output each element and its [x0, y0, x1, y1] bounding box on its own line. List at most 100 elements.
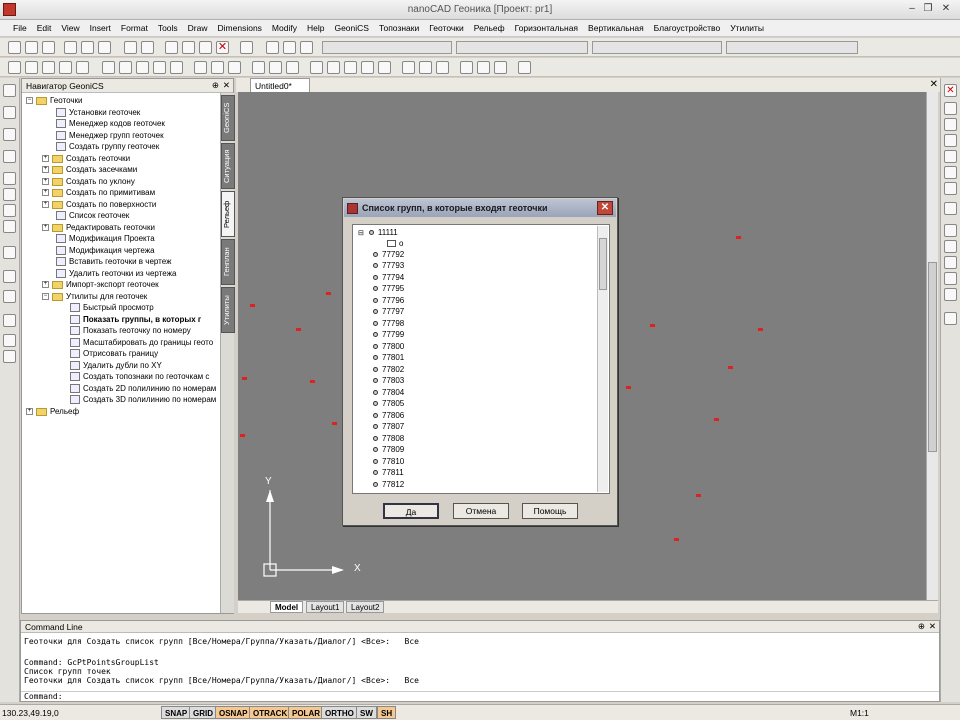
group-item[interactable]: 77811 — [373, 468, 404, 478]
tab-genplan[interactable]: Генплан — [221, 239, 235, 285]
group-root-11111[interactable]: ⊟ 11111 — [358, 228, 398, 239]
rect-tool-icon[interactable] — [3, 220, 16, 233]
command-input[interactable]: Command: — [21, 691, 939, 701]
print-icon[interactable] — [64, 41, 77, 54]
group-item[interactable]: 77794 — [373, 273, 404, 283]
eye-tool-icon[interactable] — [3, 314, 16, 327]
restore-button[interactable]: ❐ — [921, 3, 935, 16]
tree-item[interactable]: Удалить дубли по XY — [70, 360, 162, 371]
tree-item-selected[interactable]: Показать группы, в которых г — [70, 314, 201, 325]
menu-topoznaki[interactable]: Топознаки — [374, 23, 424, 33]
menu-draw[interactable]: Draw — [183, 23, 213, 33]
spline-tool-icon[interactable] — [3, 204, 16, 217]
rotate-icon[interactable] — [136, 61, 149, 74]
tree-item[interactable]: Список геоточек — [56, 210, 129, 221]
tab-geonics[interactable]: GeoniCS — [221, 95, 235, 141]
chamfer-tool-icon[interactable] — [944, 272, 957, 285]
tree-item[interactable]: Менеджер групп геоточек — [56, 130, 164, 141]
hatch-icon[interactable] — [211, 61, 224, 74]
tree-item[interactable]: Менеджер кодов геоточек — [56, 118, 165, 129]
tree-item[interactable]: Быстрый просмотр — [70, 302, 154, 313]
erase-icon[interactable]: ✕ — [944, 84, 957, 97]
layer-combo[interactable] — [322, 41, 452, 54]
pin-icon[interactable]: ⊕ — [212, 80, 219, 91]
menu-geotochki[interactable]: Геоточки — [424, 23, 469, 33]
construction-line-icon[interactable] — [42, 61, 55, 74]
extend-tool-icon[interactable] — [944, 224, 957, 237]
tree-item[interactable]: Удалить геоточки из чертежа — [56, 268, 176, 279]
tree-item[interactable]: Вставить геоточки в чертеж — [56, 256, 171, 267]
tab-untitled0[interactable]: Untitled0* — [250, 78, 310, 92]
sw-toggle[interactable]: SW — [356, 706, 377, 719]
group-item[interactable]: 77805 — [373, 399, 404, 409]
trim-tool-icon[interactable] — [944, 202, 957, 215]
tree-item[interactable]: − Утилиты для геоточек — [42, 291, 147, 302]
tree-item[interactable]: + Импорт-экспорт геоточек — [42, 279, 159, 290]
group-item[interactable]: 77803 — [373, 376, 404, 386]
offset-tool-icon[interactable] — [944, 134, 957, 147]
group-root-child[interactable]: o — [387, 239, 403, 249]
sh-toggle[interactable]: SH — [377, 706, 397, 719]
paste-icon[interactable] — [199, 41, 212, 54]
extend-icon[interactable] — [419, 61, 432, 74]
region-icon[interactable] — [228, 61, 241, 74]
array-icon[interactable] — [327, 61, 340, 74]
dim-linear-icon[interactable] — [460, 61, 473, 74]
lineweight-combo[interactable] — [726, 41, 858, 54]
match-properties-icon[interactable] — [240, 41, 253, 54]
layer-prev-icon[interactable] — [300, 41, 313, 54]
close-document-icon[interactable]: ✕ — [930, 79, 938, 90]
group-item[interactable]: 77795 — [373, 284, 404, 294]
tree-item[interactable]: Создать группу геоточек — [56, 141, 159, 152]
group-item[interactable]: 77798 — [373, 319, 404, 329]
stretch-icon[interactable] — [269, 61, 282, 74]
dim-angular-icon[interactable] — [494, 61, 507, 74]
tree-item[interactable]: Создать 2D полилинию по номерам — [70, 383, 216, 394]
copy-icon[interactable] — [182, 41, 195, 54]
tab-layout2[interactable]: Layout2 — [346, 601, 385, 613]
tree-item[interactable]: Установки геоточек — [56, 107, 140, 118]
polyline-tool-icon[interactable] — [3, 188, 16, 201]
tab-relief[interactable]: Рельеф — [221, 191, 235, 237]
tree-item-relief[interactable]: + Рельеф — [26, 406, 79, 417]
tree-item-geopoints[interactable]: − Геоточки — [26, 95, 83, 106]
dim-aligned-icon[interactable] — [477, 61, 490, 74]
menu-relief[interactable]: Рельеф — [469, 23, 510, 33]
menu-vertical[interactable]: Вертикальная — [583, 23, 649, 33]
offset-icon[interactable] — [344, 61, 357, 74]
insert-tool-icon[interactable] — [3, 290, 16, 303]
menu-modify[interactable]: Modify — [267, 23, 302, 33]
dialog-list-scrollbar[interactable] — [597, 226, 608, 492]
menu-view[interactable]: View — [56, 23, 84, 33]
block-tool-icon[interactable] — [3, 270, 16, 283]
color-combo[interactable] — [456, 41, 588, 54]
group-item[interactable]: 77793 — [373, 261, 404, 271]
tree-item[interactable]: + Создать по примитивам — [42, 187, 155, 198]
dialog-close-button[interactable]: ✕ — [597, 201, 613, 215]
explode-tool-icon[interactable] — [944, 312, 957, 325]
mirror-icon[interactable] — [310, 61, 323, 74]
hatch-tool-icon[interactable] — [3, 350, 16, 363]
cancel-button[interactable]: Отмена — [453, 503, 509, 519]
delete-icon[interactable]: ✕ — [216, 41, 229, 54]
break-icon[interactable] — [436, 61, 449, 74]
new-file-icon[interactable] — [8, 41, 21, 54]
tree-item[interactable]: + Создать по уклону — [42, 176, 135, 187]
menu-tools[interactable]: Tools — [153, 23, 183, 33]
pin-icon[interactable]: ⊕ — [918, 621, 925, 632]
stretch-tool-icon[interactable] — [944, 182, 957, 195]
group-item[interactable]: 77812 — [373, 480, 404, 490]
chamfer-icon[interactable] — [378, 61, 391, 74]
linetype-combo[interactable] — [592, 41, 722, 54]
rectangle-icon[interactable] — [194, 61, 207, 74]
tree-item[interactable]: + Создать засечками — [42, 164, 137, 175]
join-tool-icon[interactable] — [944, 256, 957, 269]
tree-item[interactable]: Масштабировать до границы геото — [70, 337, 213, 348]
menu-geonics[interactable]: GeoniCS — [329, 23, 374, 33]
tree-item[interactable]: + Редактировать геоточки — [42, 222, 155, 233]
text-tool-icon[interactable] — [3, 246, 16, 259]
group-item[interactable]: 77807 — [373, 422, 404, 432]
menu-dimensions[interactable]: Dimensions — [213, 23, 267, 33]
print-preview-icon[interactable] — [81, 41, 94, 54]
arc-icon[interactable] — [119, 61, 132, 74]
